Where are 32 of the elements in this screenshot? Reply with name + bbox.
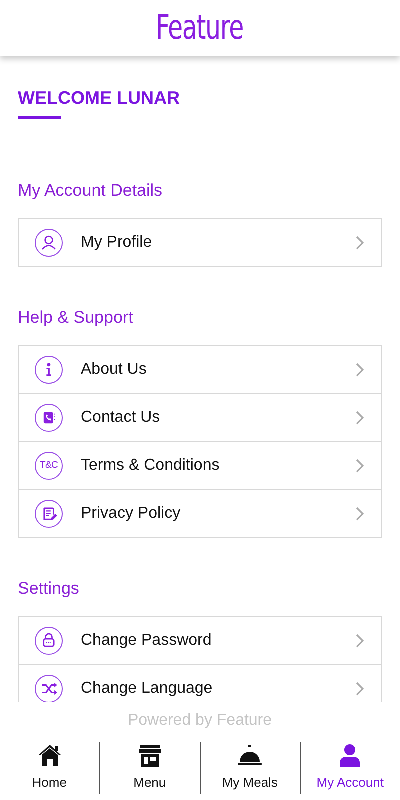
document-icon: [35, 500, 63, 528]
chevron-icon: [355, 234, 365, 250]
section-heading: Settings: [18, 579, 80, 599]
chevron-icon: [355, 362, 365, 378]
lock-icon: [35, 626, 63, 654]
nav-tab[interactable]: Menu: [100, 740, 200, 800]
chevron-icon: [355, 680, 365, 696]
terms-icon: T&C: [35, 452, 63, 480]
info-icon: [35, 356, 63, 384]
heading-underline: [18, 116, 61, 119]
section-heading: Help & Support: [18, 308, 134, 328]
person-icon: [35, 228, 63, 256]
nav-tab[interactable]: My Account: [300, 740, 400, 800]
chevron-icon: [355, 506, 365, 522]
menu-row[interactable]: Change Password: [19, 617, 381, 664]
menu-row[interactable]: About Us: [19, 346, 381, 393]
section-heading: My Account Details: [18, 181, 164, 201]
chevron-icon: [355, 458, 365, 474]
menu-row[interactable]: Contact Us: [19, 393, 381, 441]
nav-tab[interactable]: My Meals: [200, 740, 300, 800]
menu-row[interactable]: Change Language: [19, 664, 381, 702]
nav-tab[interactable]: Home: [0, 740, 100, 800]
powered-by-text: Powered by Feature: [128, 712, 272, 730]
app-logo: Feature: [156, 8, 244, 48]
menu-row[interactable]: T&C Terms & Conditions: [19, 441, 381, 489]
contact-icon: [35, 404, 63, 432]
shuffle-icon: [35, 674, 63, 702]
welcome-heading: WELCOME LUNAR: [18, 87, 181, 109]
chevron-icon: [355, 632, 365, 648]
menu-row[interactable]: My Profile: [19, 219, 381, 266]
menu-row[interactable]: Privacy Policy: [19, 489, 381, 537]
chevron-icon: [355, 410, 365, 426]
